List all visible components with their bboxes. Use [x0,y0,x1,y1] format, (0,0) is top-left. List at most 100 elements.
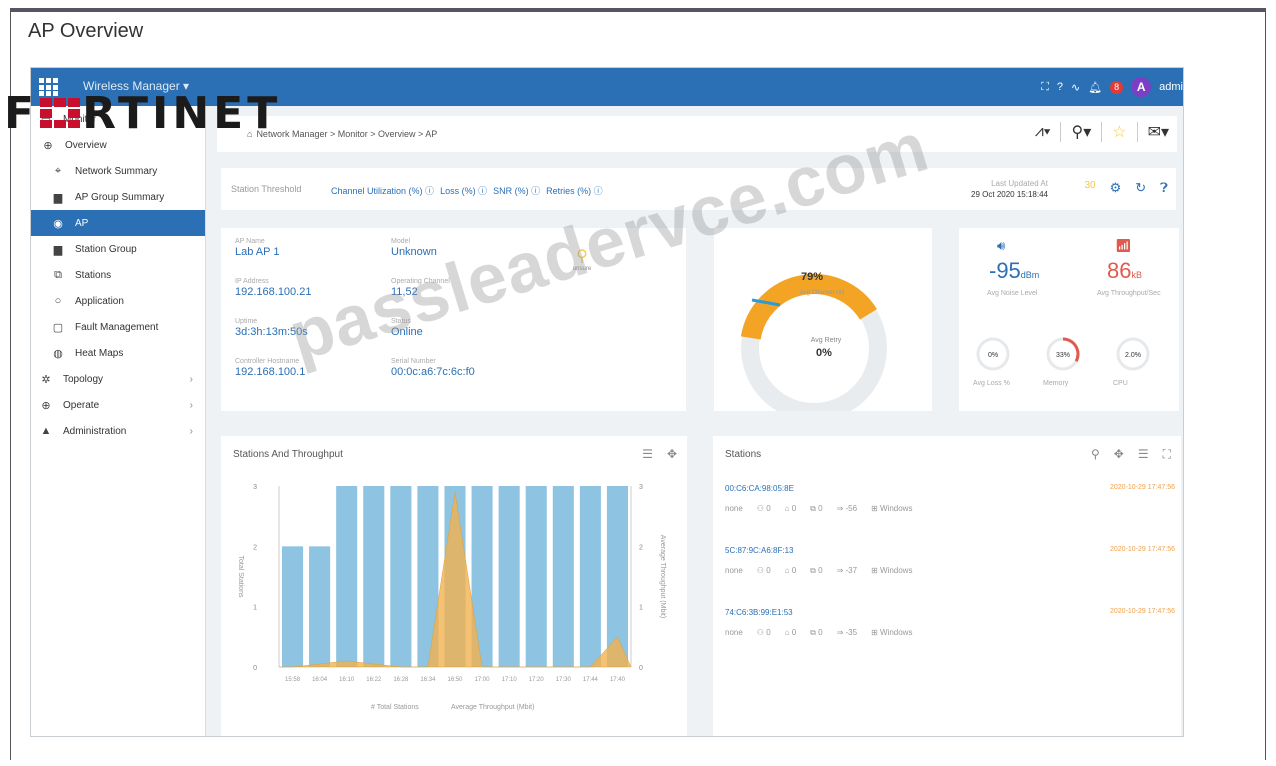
x-tick-label: 16:04 [312,677,328,683]
meta-value: -35 [845,628,858,637]
search-icon[interactable]: ⚲ [1091,447,1100,462]
sidebar-item-application[interactable]: ○ Application [31,288,205,314]
station-row[interactable]: 5C:87:9C:A6:8F:13 2020-10-29 17:47:56 none… [725,546,1175,596]
plus-circle-icon: ⊕ [41,399,51,412]
meta-value: none [725,504,743,513]
station-mac[interactable]: 74:C6:3B:99:E1:53 [725,608,793,617]
refresh-interval[interactable]: 30 [1084,180,1095,196]
station-row[interactable]: 00:C6:CA:98:05:8E 2020-10-29 17:47:56 none… [725,484,1175,534]
sidebar-item-label: Overview [65,139,107,151]
tool-divider [1101,122,1103,142]
sidebar-item-administration[interactable]: ▲ Administration › [31,418,205,444]
search-icon[interactable]: ⚲▾ [1071,122,1091,142]
y-tick-label: 2 [253,544,257,551]
meta-value: -37 [845,566,858,575]
station-row[interactable]: 74:C6:3B:99:E1:53 2020-10-29 17:47:56 none… [725,608,1175,658]
station-meta-item: ⊞ Windows [871,504,912,514]
stations-throughput-card: Stations And Throughput ☰ ✥ 0 1 2 3 0 1 2 3 15:5… [221,436,687,736]
bell-icon[interactable]: 🔔︎ [1088,81,1102,94]
station-meta: none ⚇ 0 ⌂ 0 ⧉ 0 ⇒ -56 ⊞ Windows [725,504,912,514]
threshold-item[interactable]: SNR (%) ⓘ [493,184,540,197]
threshold-item[interactable]: Loss (%) ⓘ [440,184,487,197]
pulse-icon[interactable]: ⩘▾ [1035,123,1051,141]
field-value: 11,52 [391,286,418,298]
meta-icon: ⇒ [836,566,846,575]
y2-tick-label: 0 [639,665,643,672]
mini-gauge: 2.0% [1116,337,1150,371]
chart-bar [579,486,601,667]
meta-value: 0 [791,566,797,575]
sidebar-item-topology[interactable]: ✲ Topology › [31,366,205,392]
sidebar-item-label: Stations [75,269,112,281]
field-value: 192.168.100.1 [235,366,306,378]
sidebar-item-stations[interactable]: ⧉ Stations [31,262,205,288]
station-meta-item: ⌂ 0 [785,566,797,576]
threshold-items: Channel Utilization (%) ⓘ Loss (%) ⓘ SNR (… [331,184,603,197]
location-label: unsure [572,266,592,272]
meta-icon: ⊞ [871,566,880,575]
meta-icon: ⚇ [756,628,767,637]
inbox-icon[interactable]: ✉▾ [1148,122,1169,142]
station-mac[interactable]: 5C:87:9C:A6:8F:13 [725,546,793,555]
ap-field-ap-name: AP Name Lab AP 1 [235,238,279,258]
last-updated: Last Updated At 29 Oct 2020 15:18:44 [971,178,1048,200]
avatar[interactable]: A [1131,77,1152,97]
meta-icon: ⧉ [810,566,819,575]
main-content: ⌂ Network Manager > Monitor > Overview >… [207,106,1183,736]
sidebar: ▭Monitor⊕Overview⌖Network Summary▆AP Gro… [31,106,206,736]
refresh-icon[interactable]: ↻ [1135,180,1146,196]
station-meta-item: ⧉ 0 [810,566,822,576]
threshold-item-label: Retries (%) [546,186,592,196]
throughput-label: Avg Throughput/Sec [1097,290,1161,297]
sidebar-item-ap-group-summary[interactable]: ▆ AP Group Summary [31,184,205,210]
threshold-item[interactable]: Channel Utilization (%) ⓘ [331,184,434,197]
activity-icon[interactable]: ∿ [1071,81,1080,94]
sidebar-item-heat-maps[interactable]: ◍ Heat Maps [31,340,205,366]
menu-icon[interactable]: ☰ [1138,447,1149,462]
last-updated-label: Last Updated At [991,179,1048,188]
meta-value: Windows [880,628,913,637]
help-icon[interactable]: ❓︎ [1160,180,1168,196]
x-tick-label: 17:00 [475,677,491,683]
sidebar-item-station-group[interactable]: ▆ Station Group [31,236,205,262]
breadcrumb[interactable]: Network Manager > Monitor > Overview > A… [256,129,437,139]
meta-icon: ⊞ [871,504,880,513]
move-icon[interactable]: ✥ [667,447,677,461]
gear-icon[interactable]: ⚙ [1110,180,1122,196]
mini-gauge-label: Avg Loss % [973,380,1010,387]
station-meta-item: ⚇ 0 [757,566,771,576]
sidebar-item-fault-management[interactable]: ▢ Fault Management [31,314,205,340]
user-icon: ▲ [40,425,52,437]
expand-icon[interactable]: ⛶ [1163,447,1171,462]
station-time: 2020-10-29 17:47:56 [1110,608,1175,615]
ap-field-controller-hostname: Controller Hostname 192.168.100.1 [235,358,305,378]
info-icon: ⓘ [422,186,435,196]
stations-tools: ⚲ ✥ ☰ ⛶ [1091,447,1171,462]
station-meta-item: ⧉ 0 [810,628,822,638]
meta-icon: ⌂ [784,566,792,575]
sidebar-item-ap[interactable]: ◉ AP [31,210,205,236]
sidebar-item-network-summary[interactable]: ⌖ Network Summary [31,158,205,184]
throughput: 86kB [1107,258,1142,284]
threshold-item[interactable]: Retries (%) ⓘ [546,184,603,197]
chart-tools: ☰ ✥ [642,447,677,461]
sidebar-item-label: Application [75,295,124,307]
help-icon[interactable]: ? [1057,81,1063,93]
meta-value: 0 [766,566,771,575]
station-mac[interactable]: 00:C6:CA:98:05:8E [725,484,794,493]
mini-gauge-value: 0% [988,352,998,359]
folder-icon: ▆ [53,191,63,204]
fullscreen-icon[interactable]: ⛶ [1041,81,1049,94]
move-icon[interactable]: ✥ [1114,447,1124,462]
station-meta-item: ⇒ -37 [837,566,858,576]
ap-icon: ◉ [53,217,63,230]
menu-icon[interactable]: ☰ [642,447,653,461]
meta-icon: ⚇ [756,566,767,575]
chart-bar [282,546,304,667]
meta-icon: ⊞ [871,628,880,637]
sidebar-item-operate[interactable]: ⊕ Operate › [31,392,205,418]
favorite-icon[interactable]: ☆ [1112,122,1126,142]
user-name[interactable]: admi [1159,81,1183,93]
meta-value: Windows [880,566,913,575]
field-value: 3d:3h:13m:50s [235,326,308,338]
